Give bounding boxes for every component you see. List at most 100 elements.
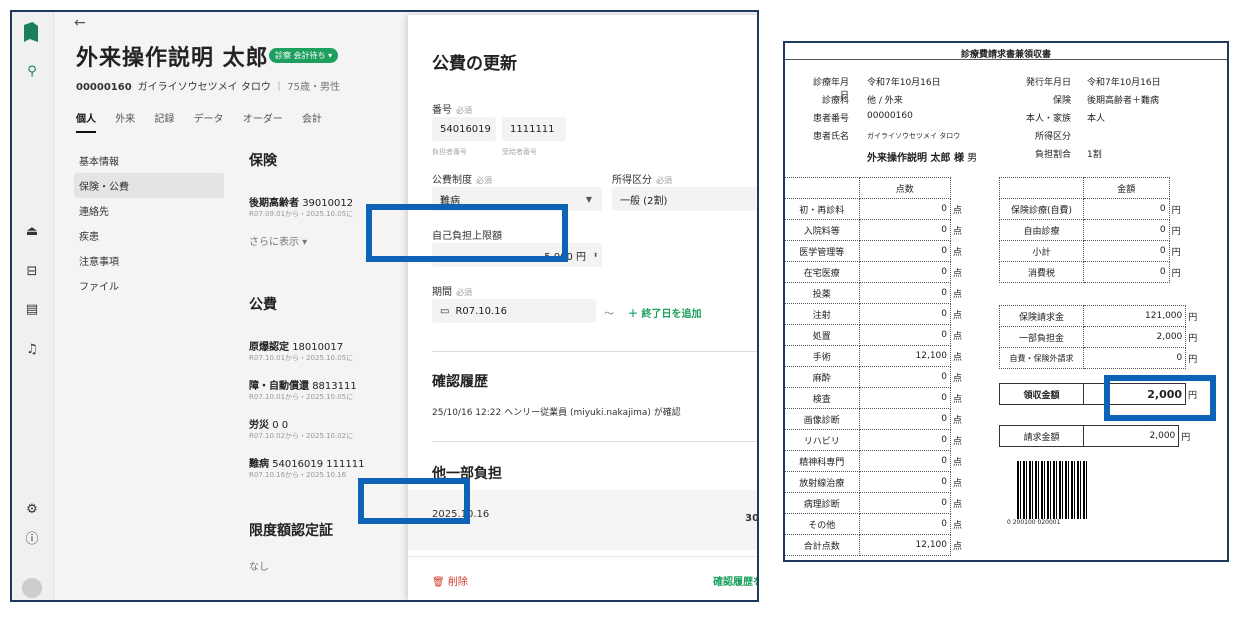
table-row: 在宅医療 0 点 (785, 261, 985, 283)
table-header: 点数 (858, 177, 951, 199)
receipt-field-value: 他 / 外来 (867, 96, 903, 106)
tab-data[interactable]: データ (194, 114, 224, 125)
billed-amount-table: 請求金額 2,000 円 (999, 425, 1221, 447)
payer-sub-label: 負担者番号 (432, 148, 467, 156)
left-rail: ⚲ ⏏ ⊟ ▤ ♫ ⚙ ⓘ (12, 12, 54, 600)
history-entry: 25/10/16 12:22 ヘンリー従業員 (miyuki.nakajima)… (432, 408, 681, 418)
receipt-field-value: 1割 (1087, 150, 1102, 160)
recipient-sub-label: 受給者番号 (502, 148, 537, 156)
drawer-title: 公費の更新 (432, 54, 517, 74)
receipt-field-value: ガイライソウセツメイ タロウ (867, 132, 961, 140)
bell-icon[interactable]: ♫ (22, 340, 42, 360)
nav-basic-info[interactable]: 基本情報 (74, 148, 224, 173)
tab-records[interactable]: 記録 (154, 114, 174, 125)
trash-icon: 🗑 (432, 577, 445, 588)
tab-orders[interactable]: オーダー (243, 114, 283, 125)
income-select[interactable]: 一般 (2割)▼ (612, 187, 757, 211)
barcode-number: 0 200100 020001 (1007, 519, 1061, 526)
divider (785, 59, 1227, 60)
table-row: 初・再診料 0 点 (785, 198, 985, 220)
receipt-field-label: 所得区分 (1034, 132, 1071, 142)
table-row: 消費税 0 円 (999, 261, 1221, 283)
period-start-input[interactable]: ▭ R07.10.16 (432, 299, 596, 323)
eject-icon[interactable]: ⏏ (22, 222, 42, 242)
kouhi-item[interactable]: 原爆認定 18010017 R07.10.01から・2025.10.05に (249, 338, 389, 363)
drawer-footer: 🗑 削除 確認履歴を追加 (408, 556, 757, 600)
partial-amount: 3000円 (745, 513, 759, 524)
kouhi-item[interactable]: 労災 0 0 R07.10.02から・2025.10.02に (249, 416, 389, 441)
bed-icon[interactable]: ⊟ (22, 262, 42, 282)
table-row: 自費・保険外請求 0 円 (999, 347, 1221, 369)
nav-insurance[interactable]: 保険・公費 (74, 173, 224, 198)
delete-button[interactable]: 🗑 削除 (432, 573, 468, 588)
table-header: 金額 (1083, 177, 1170, 199)
table-row: リハビリ 0 点 (785, 429, 985, 451)
table-row: 小計 0 円 (999, 240, 1221, 262)
table-row: 放射線治療 0 点 (785, 471, 985, 493)
kouhi-heading: 公費 (249, 297, 277, 313)
divider (432, 441, 757, 442)
table-row: 手術 12,100 点 (785, 345, 985, 367)
table-row: 病理診断 0 点 (785, 492, 985, 514)
divider (432, 351, 757, 352)
table-row: 画像診断 0 点 (785, 408, 985, 430)
avatar[interactable] (22, 578, 42, 598)
receipt-field-label: 患者氏名 (812, 132, 849, 142)
receipt-document: 診療費請求書兼領収書 診療年月日 令和7年10月16日 診療科 他 / 外来 患… (783, 41, 1229, 562)
points-table: 点数 初・再診料 0 点 入院料等 0 点 医学管理等 0 点 在宅医療 0 点 投薬 0 点 注射… (785, 177, 985, 556)
patient-name: 外来操作説明 太郎 (76, 46, 269, 71)
period-label: 期間 必須 (432, 287, 472, 298)
calendar-icon: ▭ (440, 305, 450, 317)
add-end-date-button[interactable]: ＋ 終了日を追加 (628, 305, 701, 320)
receipt-field-label: 患者番号 (812, 114, 849, 124)
tab-outpatient[interactable]: 外来 (115, 114, 135, 125)
patient-info: 00000160 ガイライソウセツメイ タロウ ｜ 75歳・男性 (76, 78, 340, 93)
number-label: 番号 必須 (432, 105, 472, 116)
divider: ｜ (274, 82, 288, 93)
table-row: 注射 0 点 (785, 303, 985, 325)
back-arrow-icon[interactable]: ← (74, 15, 86, 31)
amount-table-2: 保険請求金 121,000 円 一部負担金 2,000 円 自費・保険外請求 0 円 (999, 305, 1221, 369)
table-row: 入院料等 0 点 (785, 219, 985, 241)
receipt-field-value: 令和7年10月16日 (1087, 78, 1161, 88)
receipt-field-label: 診療科 (821, 96, 849, 106)
billed-label: 請求金額 (999, 425, 1084, 447)
kouhi-item[interactable]: 障・自動償還 8813111 R07.10.01から・2025.10.05に (249, 377, 389, 402)
amount-table: 金額 保険診療(自費) 0 円 自由診療 0 円 小計 0 円 消費税 0 円 (999, 177, 1221, 283)
limit-value: なし (249, 562, 269, 573)
history-heading: 確認履歴 (432, 374, 488, 390)
recipient-number-input[interactable]: 1111111 (502, 117, 566, 141)
tab-billing[interactable]: 会計 (302, 114, 322, 125)
system-label: 公費制度 必須 (432, 175, 492, 186)
table-row: 処置 0 点 (785, 324, 985, 346)
payer-number-input[interactable]: 54016019 (432, 117, 496, 141)
status-badge[interactable]: 診察 会計待ち ▾ (269, 48, 339, 63)
receipt-patient-name: 外来操作説明 太郎 様 男 (867, 153, 978, 164)
gear-icon[interactable]: ⚙ (22, 500, 42, 520)
insurance-heading: 保険 (249, 153, 277, 169)
table-row: 麻酔 0 点 (785, 366, 985, 388)
table-row: 医学管理等 0 点 (785, 240, 985, 262)
nav-files[interactable]: ファイル (74, 273, 224, 298)
patient-kana: ガイライソウセツメイ タロウ (137, 82, 271, 93)
tab-personal[interactable]: 個人 (76, 114, 96, 133)
stepper-icon: ⬍ (592, 251, 598, 259)
receipt-field-label: 負担割合 (1034, 150, 1071, 160)
help-icon[interactable]: ⓘ (22, 530, 42, 550)
highlight-box (1104, 375, 1216, 421)
nav-notes[interactable]: 注意事項 (74, 248, 224, 273)
patient-search-icon[interactable]: ⚲ (22, 62, 42, 82)
billed-value: 2,000 (1082, 425, 1180, 447)
chevron-down-icon: ▼ (585, 194, 592, 204)
list-icon[interactable]: ▤ (22, 300, 42, 320)
nav-contacts[interactable]: 連絡先 (74, 198, 224, 223)
table-row: 自由診療 0 円 (999, 219, 1221, 241)
highlight-box (366, 204, 568, 262)
table-row: 一部負担金 2,000 円 (999, 326, 1221, 348)
receipt-field-value: 00000160 (867, 111, 913, 121)
nav-diseases[interactable]: 疾患 (74, 223, 224, 248)
receipt-field-value: 本人 (1087, 114, 1106, 124)
receipt-field-label: 保険 (1052, 96, 1071, 106)
kouhi-item[interactable]: 難病 54016019 111111 R07.10.16から・2025.10.16 (249, 455, 389, 480)
add-history-button[interactable]: 確認履歴を追加 (713, 573, 757, 588)
